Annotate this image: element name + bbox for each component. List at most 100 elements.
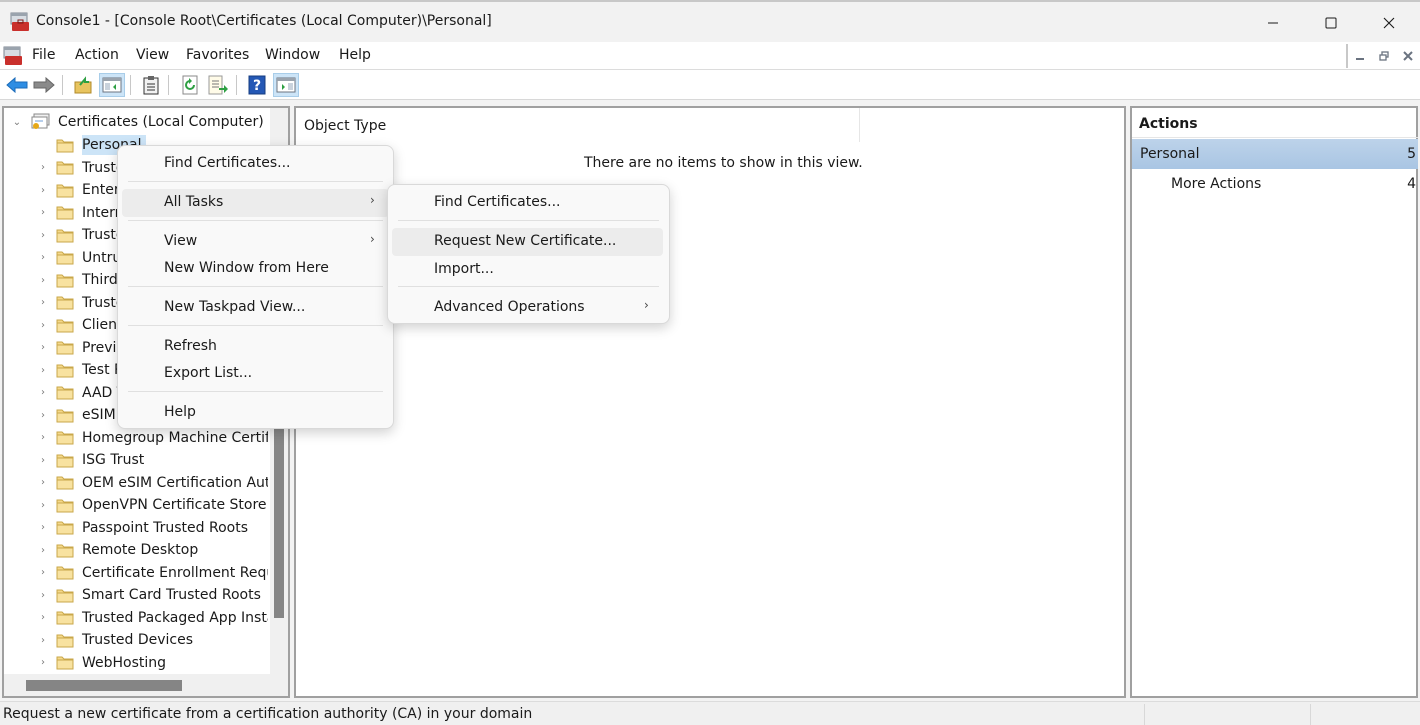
mdi-restore-button[interactable] (1372, 44, 1396, 68)
tree-item[interactable]: › Certificate Enrollment Reque (36, 562, 268, 584)
tree-horizontal-scrollbar[interactable] (4, 674, 288, 696)
minimize-button[interactable] (1244, 2, 1302, 44)
tree-item[interactable]: › ISG Trust (36, 449, 268, 471)
forward-arrow-icon (33, 77, 55, 93)
folder-icon (56, 251, 74, 265)
column-header-object-type[interactable]: Object Type (296, 108, 860, 142)
chevron-right-icon[interactable]: › (36, 342, 50, 353)
menu-separator (128, 286, 383, 287)
tree-item[interactable]: › Smart Card Trusted Roots (36, 584, 268, 606)
folder-icon (56, 589, 74, 602)
chevron-right-icon[interactable]: › (36, 230, 50, 241)
window-title: Console1 - [Console Root\Certificates (L… (36, 13, 492, 29)
mdi-minimize-button[interactable] (1348, 44, 1372, 68)
certificate-store-icon (31, 113, 50, 129)
menu-item-new-window-from-here[interactable]: New Window from Here (122, 255, 389, 283)
menu-separator (128, 220, 383, 221)
chevron-right-icon[interactable]: › (36, 657, 50, 668)
chevron-right-icon[interactable]: › (36, 365, 50, 376)
refresh-button[interactable] (177, 73, 203, 97)
all-tasks-submenu: Find Certificates... Request New Certifi… (387, 184, 670, 324)
column-header-label: Object Type (304, 118, 387, 134)
properties-button[interactable] (138, 73, 164, 97)
maximize-button[interactable] (1302, 2, 1360, 44)
tree-item[interactable]: › Trusted Packaged App Install (36, 607, 268, 629)
clipboard-icon (143, 76, 159, 95)
up-one-level-button[interactable] (70, 73, 96, 97)
menu-item-label: All Tasks (164, 194, 224, 210)
folder-icon (56, 364, 74, 377)
menu-help[interactable]: Help (339, 47, 371, 63)
tree-item[interactable]: › Trusted Devices (36, 629, 268, 651)
submenu-item-request-new-certificate[interactable]: Request New Certificate... (392, 228, 663, 256)
show-hide-console-tree-button[interactable] (99, 73, 125, 97)
chevron-right-icon[interactable]: › (36, 567, 50, 578)
chevron-right-icon[interactable]: › (36, 477, 50, 488)
folder-icon (56, 139, 74, 152)
actions-section-personal[interactable]: Personal 5 (1132, 139, 1418, 169)
chevron-right-icon[interactable]: › (36, 500, 50, 511)
submenu-item-find-certificates[interactable]: Find Certificates... (392, 189, 665, 217)
action-more-actions[interactable]: More Actions 4 (1132, 169, 1418, 199)
menu-separator (128, 181, 383, 182)
back-button[interactable] (4, 73, 30, 97)
menu-window[interactable]: Window (265, 47, 320, 63)
chevron-right-icon[interactable]: › (36, 410, 50, 421)
collapse-arrow-icon[interactable]: 5 (1407, 146, 1416, 162)
chevron-right-icon[interactable]: › (36, 635, 50, 646)
mdi-close-button[interactable] (1396, 44, 1420, 68)
menu-item-export-list[interactable]: Export List... (122, 360, 389, 388)
chevron-right-icon[interactable]: › (36, 387, 50, 398)
tree-item[interactable]: › OpenVPN Certificate Store (36, 494, 268, 516)
help-button[interactable]: ? (244, 73, 270, 97)
forward-button[interactable] (31, 73, 57, 97)
menu-item-all-tasks[interactable]: All Tasks › (122, 189, 389, 217)
menu-item-label: Request New Certificate... (434, 233, 617, 249)
menu-item-label: Advanced Operations (434, 299, 585, 315)
chevron-down-icon[interactable]: ⌄ (10, 117, 24, 128)
menu-action[interactable]: Action (75, 47, 119, 63)
menu-item-view[interactable]: View › (122, 228, 389, 256)
chevron-right-icon[interactable]: › (36, 252, 50, 263)
close-child-icon (1403, 51, 1413, 61)
submenu-item-import[interactable]: Import... (392, 256, 665, 284)
menu-item-new-taskpad-view[interactable]: New Taskpad View... (122, 294, 389, 322)
tree-item[interactable]: › Passpoint Trusted Roots (36, 517, 268, 539)
chevron-right-icon[interactable]: › (36, 320, 50, 331)
tree-item[interactable]: › Remote Desktop (36, 539, 268, 561)
chevron-right-icon[interactable]: › (36, 185, 50, 196)
folder-icon (56, 634, 74, 647)
submenu-item-advanced-operations[interactable]: Advanced Operations › (392, 294, 665, 322)
chevron-right-icon[interactable]: › (36, 275, 50, 286)
chevron-right-icon[interactable]: › (36, 590, 50, 601)
status-divider (1310, 704, 1311, 725)
close-button[interactable] (1360, 2, 1418, 44)
tree-item[interactable]: › OEM eSIM Certification Auth (36, 472, 268, 494)
menu-item-help[interactable]: Help (122, 399, 389, 427)
tree-item[interactable]: › WebHosting (36, 652, 268, 674)
tree-item[interactable]: › Homegroup Machine Certific (36, 427, 268, 449)
chevron-right-icon[interactable]: › (36, 297, 50, 308)
chevron-right-icon[interactable]: › (36, 455, 50, 466)
export-list-button[interactable] (205, 73, 231, 97)
refresh-icon (182, 75, 198, 95)
folder-icon (56, 566, 74, 580)
chevron-right-icon[interactable]: › (36, 545, 50, 556)
tree-horizontal-scroll-thumb[interactable] (26, 680, 182, 691)
menu-view[interactable]: View (136, 47, 169, 63)
menu-item-find-certificates[interactable]: Find Certificates... (122, 150, 389, 178)
chevron-right-icon[interactable]: › (36, 612, 50, 623)
chevron-right-icon[interactable]: › (36, 207, 50, 218)
mmc-system-menu-icon[interactable] (3, 46, 23, 66)
menu-favorites[interactable]: Favorites (186, 47, 249, 63)
menu-item-refresh[interactable]: Refresh (122, 333, 389, 361)
chevron-right-icon[interactable]: › (36, 522, 50, 533)
menu-separator (128, 325, 383, 326)
tree-root-certificates[interactable]: ⌄ Certificates (Local Computer) (10, 111, 268, 133)
menu-file[interactable]: File (32, 47, 55, 63)
folder-up-icon (74, 76, 92, 94)
show-hide-action-pane-button[interactable] (273, 73, 299, 97)
chevron-right-icon[interactable]: › (36, 432, 50, 443)
chevron-right-icon[interactable]: › (36, 162, 50, 173)
actions-header: Actions (1132, 108, 1418, 138)
